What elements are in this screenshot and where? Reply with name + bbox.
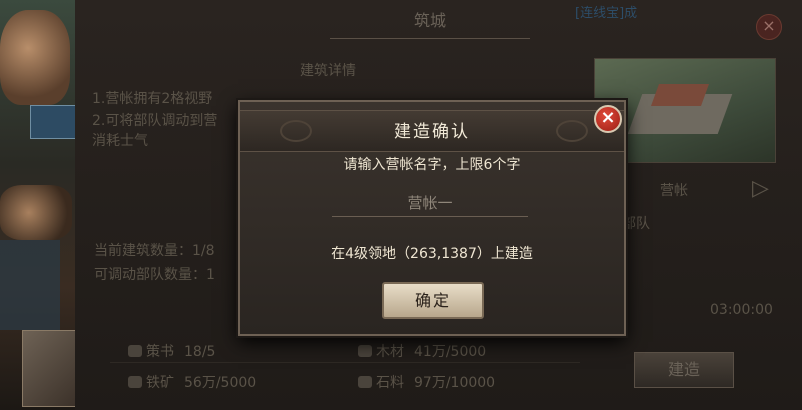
divider	[110, 362, 580, 363]
section-heading: 建筑详情	[300, 63, 356, 79]
camp-name-input[interactable]	[332, 190, 528, 217]
resource-value: 56万/5000	[184, 375, 257, 391]
build-button[interactable]: 建造	[634, 352, 734, 388]
resource-value: 18/5	[184, 344, 216, 360]
top-info-text: [连线宝]成	[575, 6, 638, 21]
left-thumbnail[interactable]	[22, 330, 80, 407]
resource-value: 97万/10000	[414, 375, 496, 391]
build-confirm-dialog: 建造确认 × 请输入营帐名字，上限6个字 在4级领地（263,1387）上建造 …	[238, 100, 626, 336]
resource-shiliao: 石料 97万/10000	[358, 372, 495, 392]
resource-zhengshu: 策书 18/5	[128, 341, 215, 361]
left-tab[interactable]	[30, 105, 80, 139]
character-hand-art	[0, 185, 72, 240]
character-portrait-strip	[0, 0, 80, 410]
dialog-instruction: 请输入营帐名字，上限6个字	[343, 157, 521, 173]
resource-label: 铁矿	[146, 375, 174, 391]
building-count: 当前建筑数量：1/8	[94, 243, 215, 259]
resource-tiekuang: 铁矿 56万/5000	[128, 372, 256, 392]
rule-line: 1.营帐拥有2格视野	[92, 91, 213, 107]
movable-troops-count: 可调动部队数量：1	[94, 267, 215, 283]
panel-title: 筑城	[413, 11, 446, 30]
preview-roof-art	[650, 84, 710, 106]
dialog-title: 建造确认	[394, 122, 470, 142]
close-icon[interactable]: ×	[756, 14, 782, 40]
character-face-art	[0, 10, 70, 105]
building-name: 营帐	[660, 183, 688, 199]
character-armor-art	[0, 240, 60, 330]
panel-title-bar: 筑城	[330, 4, 530, 39]
build-location-text: 在4级领地（263,1387）上建造	[331, 246, 533, 262]
confirm-button[interactable]: 确定	[382, 282, 484, 319]
build-time-value: 03:00:00	[710, 302, 773, 318]
iron-icon	[128, 376, 142, 388]
scroll-icon	[128, 345, 142, 357]
resource-label: 石料	[376, 375, 404, 391]
resource-mucai: 木材 41万/5000	[358, 341, 486, 361]
close-icon[interactable]: ×	[594, 105, 622, 133]
resource-label: 木材	[376, 344, 404, 360]
resource-label: 策书	[146, 344, 174, 360]
chevron-right-icon[interactable]: ▷	[752, 176, 769, 201]
resource-value: 41万/5000	[414, 344, 487, 360]
rule-line: 2.可将部队调动到营	[92, 113, 218, 129]
wood-icon	[358, 345, 372, 357]
stone-icon	[358, 376, 372, 388]
rule-line: 消耗士气	[92, 133, 148, 149]
